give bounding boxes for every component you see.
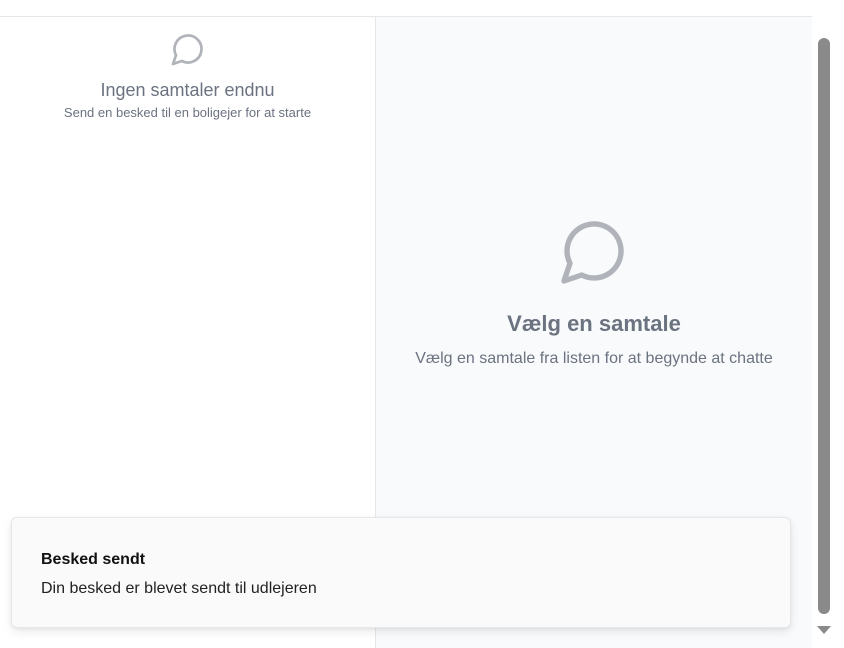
select-conversation-title: Vælg en samtale	[507, 311, 681, 336]
toast-title: Besked sendt	[41, 551, 146, 568]
toast-notification[interactable]: Besked sendt Din besked er blevet sendt …	[11, 517, 791, 628]
app-window: Ingen samtaler endnu Send en besked til …	[0, 0, 844, 648]
toast-description: Din besked er blevet sendt til udlejeren	[41, 580, 317, 597]
top-header-strip	[0, 0, 812, 17]
select-conversation-subtitle: Vælg en samtale fra listen for at begynd…	[415, 350, 773, 367]
conversation-list-empty-state: Ingen samtaler endnu Send en besked til …	[0, 31, 375, 122]
scroll-down-arrow-icon[interactable]	[817, 626, 831, 634]
no-conversations-title: Ingen samtaler endnu	[100, 80, 275, 100]
no-conversations-subtitle: Send en besked til en boligejer for at s…	[63, 105, 312, 120]
scrollbar-thumb[interactable]	[818, 38, 830, 614]
vertical-scrollbar[interactable]	[812, 0, 844, 648]
chat-empty-state: Vælg en samtale Vælg en samtale fra list…	[376, 215, 812, 369]
chat-bubble-icon	[171, 34, 203, 66]
page-viewport: Ingen samtaler endnu Send en besked til …	[0, 0, 812, 648]
chat-bubble-icon	[561, 221, 624, 284]
